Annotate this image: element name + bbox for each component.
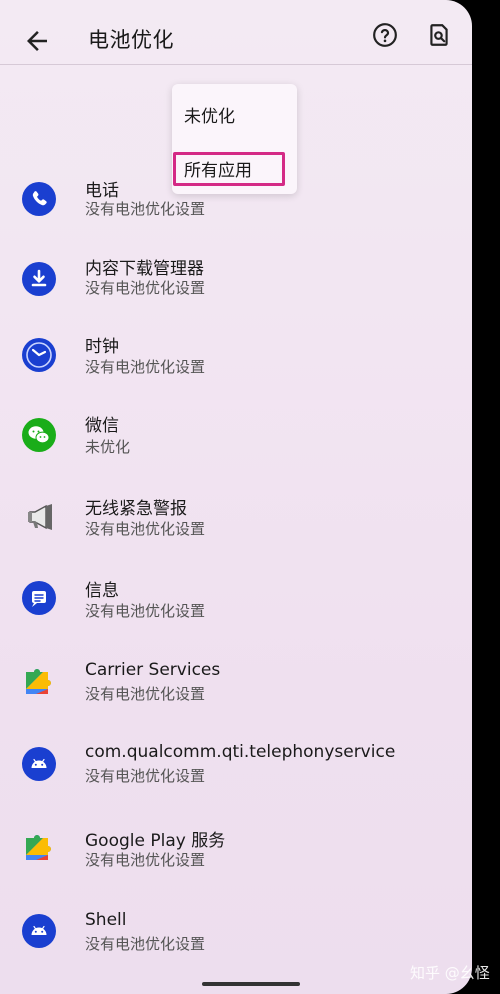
app-status: 没有电池优化设置 <box>85 200 206 218</box>
app-status: 没有电池优化设置 <box>85 767 206 785</box>
app-status: 没有电池优化设置 <box>85 602 206 620</box>
android-icon <box>22 747 56 781</box>
watermark: 知乎 @幺怪 <box>410 964 490 982</box>
puzzle-icon <box>26 835 51 860</box>
app-status: 没有电池优化设置 <box>85 851 206 869</box>
messages-icon <box>22 581 56 615</box>
list-item[interactable]: 信息 没有电池优化设置 <box>0 568 472 648</box>
app-status: 未优化 <box>85 438 131 456</box>
list-item[interactable]: com.qualcomm.qti.telephonyservice 没有电池优化… <box>0 732 472 812</box>
app-name: 无线紧急警报 <box>85 499 187 519</box>
app-status: 没有电池优化设置 <box>85 520 206 538</box>
app-name: 信息 <box>85 581 119 601</box>
page-title: 电池优化 <box>88 28 174 52</box>
list-item[interactable]: 无线紧急警报 没有电池优化设置 <box>0 488 472 568</box>
download-icon <box>22 262 56 296</box>
app-name: Carrier Services <box>85 660 221 680</box>
list-item[interactable]: 时钟 没有电池优化设置 <box>0 328 472 408</box>
app-name: 时钟 <box>85 337 119 357</box>
screen: 电池优化 电话 没有电池优化设置 内容下载管理器 没有电池优化设置 时钟 没有电… <box>0 0 472 994</box>
list-item[interactable]: 内容下载管理器 没有电池优化设置 <box>0 248 472 328</box>
wechat-icon <box>22 418 56 452</box>
list-item[interactable]: Carrier Services 没有电池优化设置 <box>0 648 472 728</box>
highlight-annotation-box <box>173 152 285 186</box>
android-icon <box>22 914 56 948</box>
app-name: Shell <box>85 910 127 930</box>
arrow-back-icon[interactable] <box>22 26 52 56</box>
list-item[interactable]: 微信 未优化 <box>0 408 472 488</box>
app-name: 内容下载管理器 <box>85 259 204 279</box>
megaphone-icon <box>28 504 52 530</box>
clock-icon <box>22 338 56 372</box>
phone-icon <box>22 182 56 216</box>
app-name: Google Play 服务 <box>85 831 226 851</box>
app-status: 没有电池优化设置 <box>85 935 206 953</box>
puzzle-icon <box>26 669 51 694</box>
app-bar: 电池优化 <box>0 0 472 65</box>
app-name: com.qualcomm.qti.telephonyservice <box>85 742 396 762</box>
app-status: 没有电池优化设置 <box>85 685 206 703</box>
search-document-icon[interactable] <box>426 22 452 48</box>
app-status: 没有电池优化设置 <box>85 358 206 376</box>
app-status: 没有电池优化设置 <box>85 279 206 297</box>
home-indicator[interactable] <box>202 982 300 986</box>
dropdown-option-not-optimized[interactable]: 未优化 <box>184 102 235 127</box>
list-item[interactable]: Google Play 服务 没有电池优化设置 <box>0 816 472 896</box>
device-edge <box>472 0 500 994</box>
help-circle-icon[interactable] <box>372 22 398 48</box>
app-name: 微信 <box>85 416 119 436</box>
list-item[interactable]: Shell 没有电池优化设置 <box>0 900 472 980</box>
